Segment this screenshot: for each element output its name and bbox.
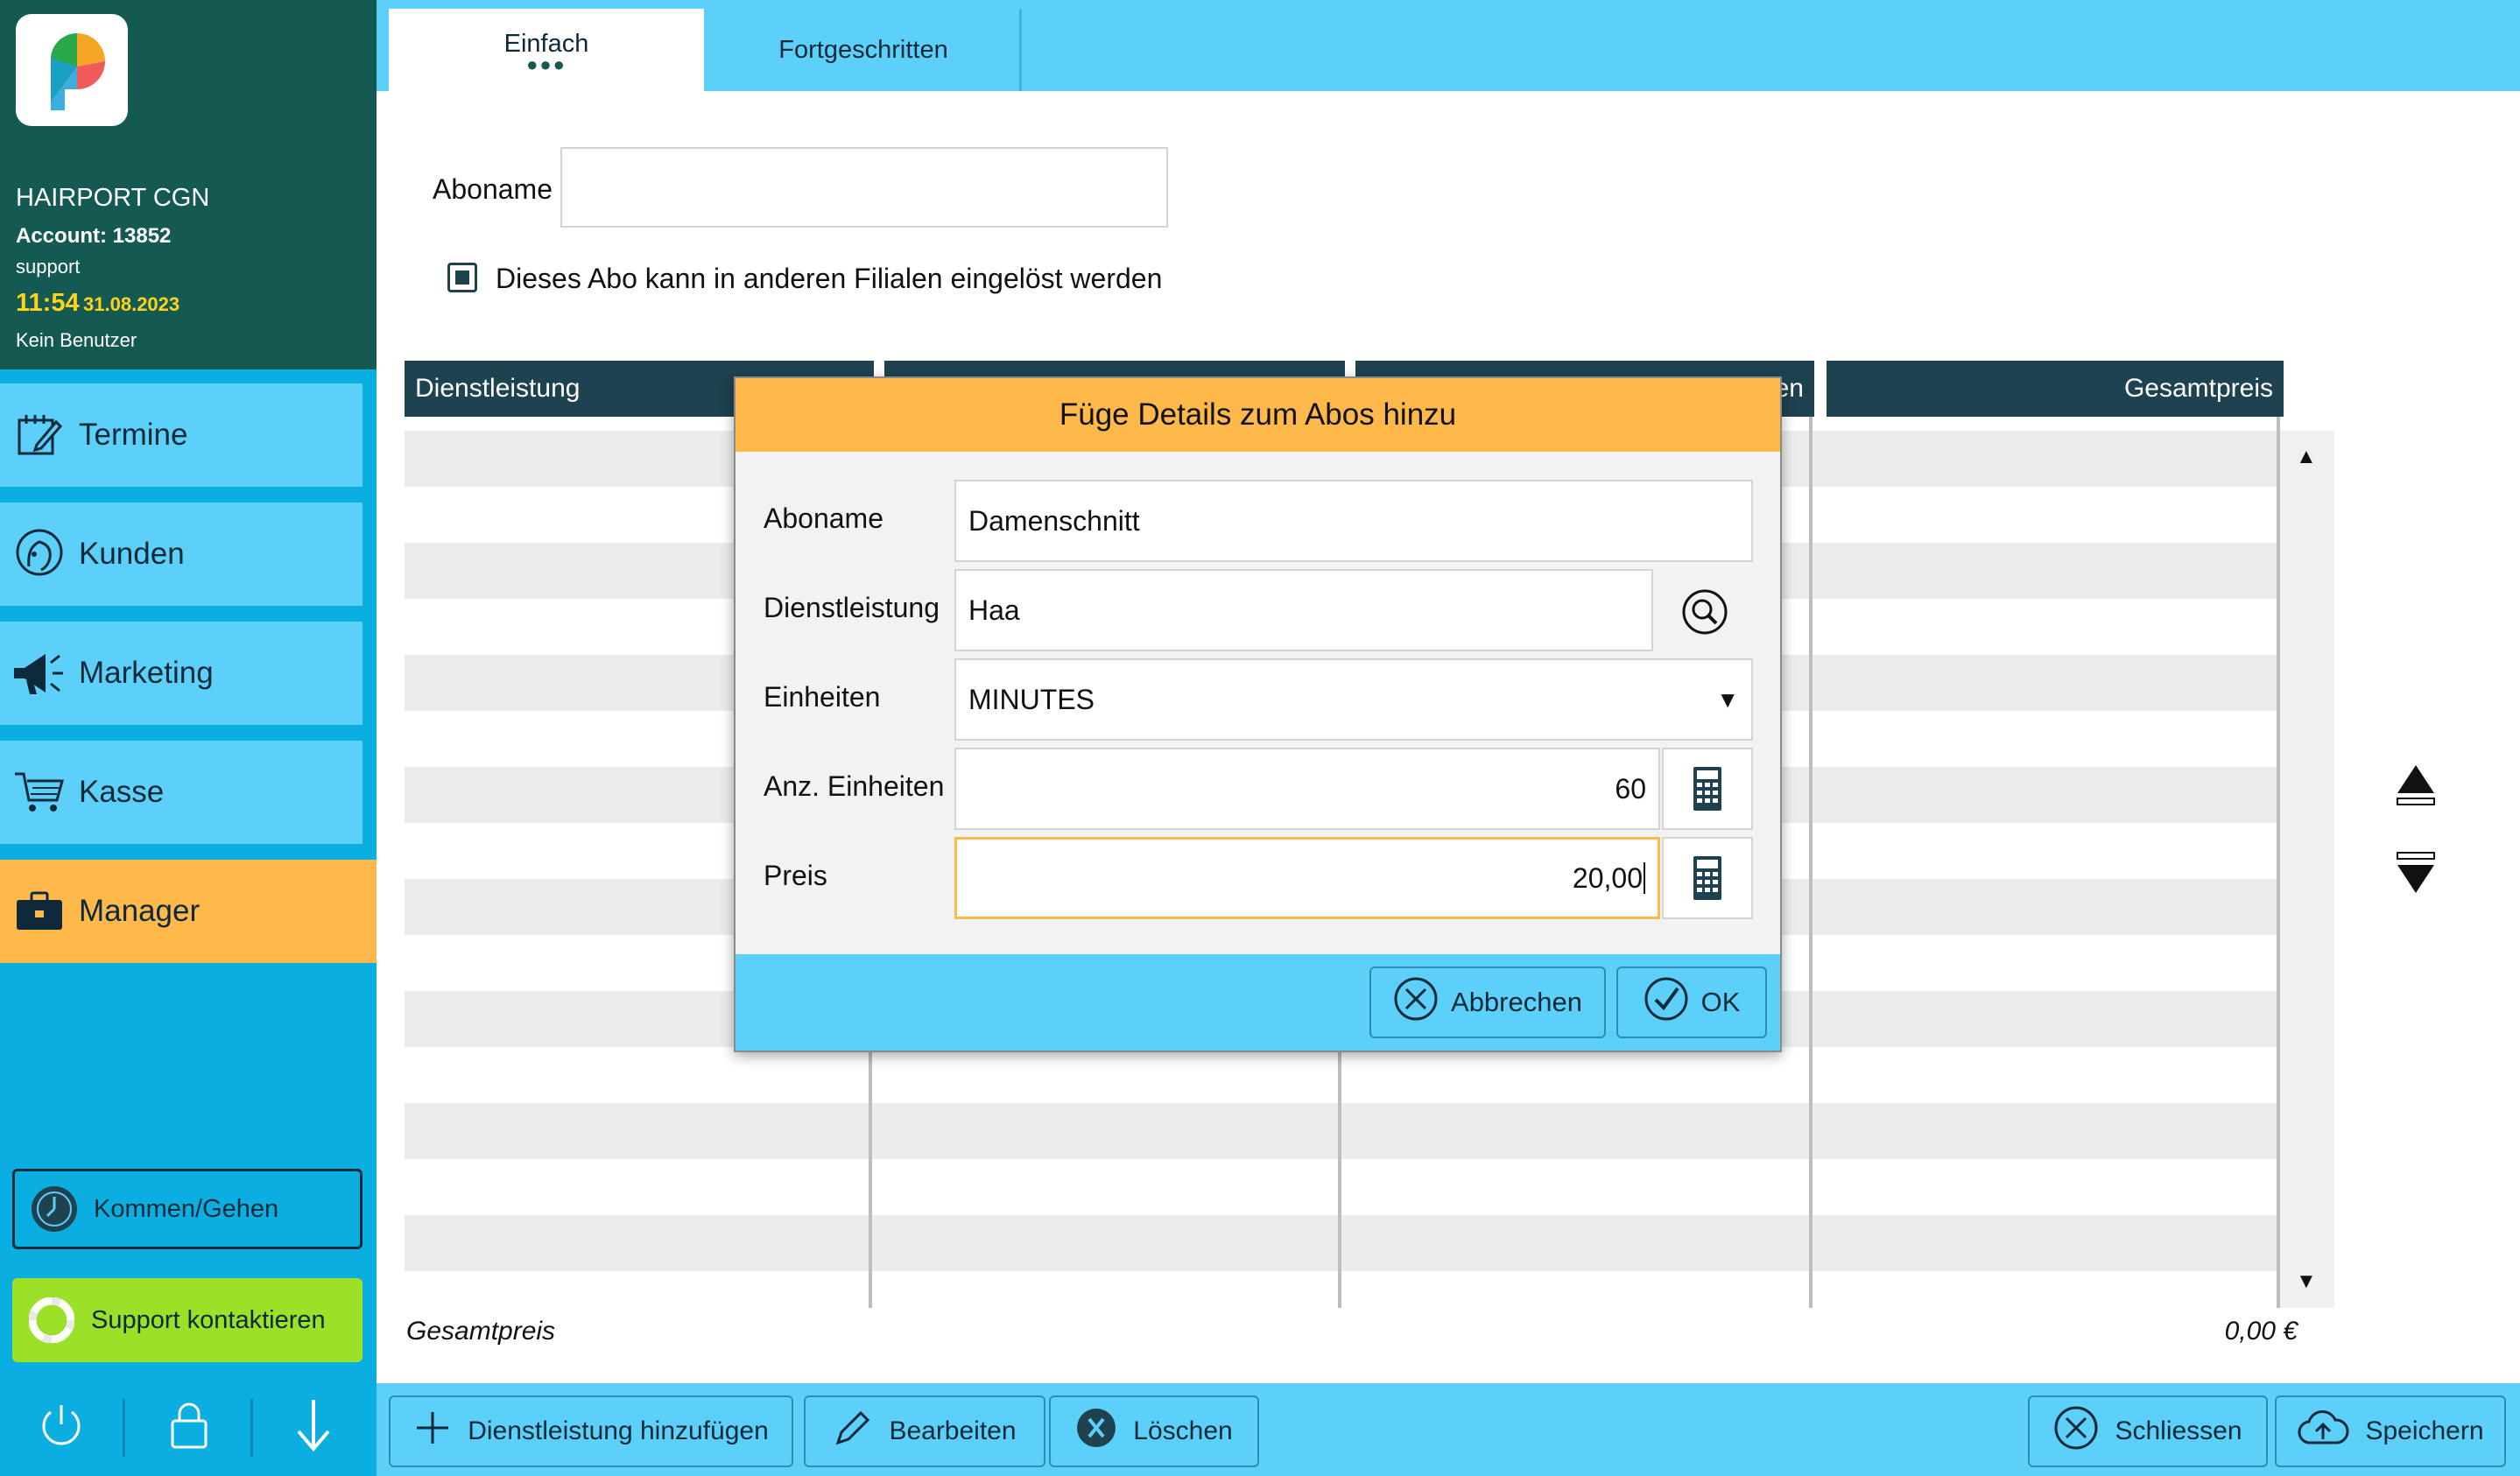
aboname-input[interactable]	[560, 147, 1168, 228]
support-contact-label: Support kontaktieren	[91, 1305, 326, 1334]
nav-label: Kasse	[79, 775, 165, 809]
dialog-units-select[interactable]: MINUTES ▼	[954, 658, 1753, 741]
button-label: Abbrechen	[1451, 987, 1582, 1017]
move-down-icon[interactable]	[2394, 849, 2438, 901]
calculator-icon[interactable]	[1662, 837, 1753, 919]
button-label: Dienstleistung hinzufügen	[468, 1416, 769, 1445]
current-date: 31.08.2023	[83, 293, 180, 315]
checkbox-check	[455, 271, 469, 285]
dialog-unit-count-input[interactable]: 60	[954, 748, 1660, 830]
sidebar: HAIRPORT CGN Account: 13852 support 11:5…	[0, 0, 377, 1476]
cloud-upload-icon	[2297, 1408, 2349, 1455]
dialog-aboname-input[interactable]: Damenschnitt	[954, 480, 1753, 562]
dialog-title: Füge Details zum Abos hinzu	[736, 378, 1780, 452]
tab-fortgeschritten[interactable]: Fortgeschritten	[706, 9, 1021, 91]
calculator-icon[interactable]	[1662, 748, 1753, 830]
cart-icon	[0, 741, 79, 844]
nav-label: Marketing	[79, 656, 214, 690]
total-label: Gesamtpreis	[406, 1317, 556, 1346]
button-label: Speichern	[2365, 1416, 2484, 1445]
text-cursor	[1644, 862, 1645, 894]
current-user: Kein Benutzer	[16, 329, 137, 351]
chevron-down-icon: ▼	[1716, 685, 1739, 713]
column-divider	[1809, 417, 1813, 1308]
nav-label: Termine	[79, 418, 188, 452]
check-circle-icon	[1644, 976, 1689, 1029]
aboname-label: Aboname	[433, 173, 553, 205]
save-button[interactable]: Speichern	[2275, 1395, 2506, 1467]
customer-head-icon	[0, 503, 79, 606]
edit-button[interactable]: Bearbeiten	[804, 1395, 1045, 1467]
cancel-circle-icon	[1393, 976, 1439, 1029]
nav-termine[interactable]: Termine	[0, 383, 363, 487]
tab-label: Fortgeschritten	[778, 35, 948, 64]
button-label: Löschen	[1133, 1416, 1233, 1445]
nav-kasse[interactable]: Kasse	[0, 741, 363, 844]
column-header-label: Dienstleistung	[415, 374, 581, 403]
lock-icon[interactable]	[156, 1392, 222, 1458]
button-label: OK	[1700, 987, 1741, 1017]
user-role: support	[16, 256, 81, 278]
column-header-label: Gesamtpreis	[2123, 374, 2273, 403]
dialog-price-input[interactable]: 20,00	[954, 837, 1660, 919]
dialog-service-label: Dienstleistung	[764, 592, 940, 623]
dialog-ok-button[interactable]: OK	[1616, 966, 1767, 1038]
support-contact-button[interactable]: Support kontaktieren	[12, 1278, 363, 1362]
dialog-price-label: Preis	[764, 860, 827, 891]
active-tab-indicator: ●●●	[526, 53, 567, 75]
scroll-down-icon[interactable]: ▼	[2296, 1269, 2317, 1294]
close-circle-icon	[2053, 1405, 2099, 1458]
nav-kunden[interactable]: Kunden	[0, 503, 363, 606]
nav-marketing[interactable]: Marketing	[0, 622, 363, 725]
dialog-aboname-label: Aboname	[764, 503, 883, 534]
clock: 11:54 31.08.2023	[16, 289, 179, 318]
dialog-units-label: Einheiten	[764, 681, 881, 713]
dialog-cancel-button[interactable]: Abbrechen	[1369, 966, 1606, 1038]
lifebuoy-icon	[12, 1297, 91, 1343]
add-service-button[interactable]: Dienstleistung hinzufügen	[389, 1395, 793, 1467]
current-time: 11:54	[16, 289, 80, 317]
delete-x-icon	[1075, 1407, 1117, 1456]
dialog-service-input[interactable]: Haa	[954, 569, 1653, 651]
table-row[interactable]	[405, 1103, 2280, 1159]
column-header-gesamtpreis: Gesamtpreis	[1827, 361, 2284, 417]
close-button[interactable]: Schliessen	[2028, 1395, 2268, 1467]
table-scrollbar[interactable]	[2280, 431, 2334, 1308]
clock-in-out-button[interactable]: Kommen/Gehen	[12, 1169, 363, 1249]
tab-einfach[interactable]: Einfach ●●●	[389, 9, 704, 91]
table-row[interactable]	[405, 1215, 2280, 1271]
dialog-unit-count-label: Anz. Einheiten	[764, 770, 945, 802]
button-label: Schliessen	[2115, 1416, 2242, 1445]
nav-manager[interactable]: Manager	[0, 860, 377, 963]
megaphone-icon	[0, 622, 79, 725]
sidebar-header: HAIRPORT CGN Account: 13852 support 11:5…	[0, 0, 377, 369]
divider	[1019, 9, 1022, 91]
divider	[123, 1399, 125, 1457]
briefcase-icon	[0, 860, 79, 963]
scroll-up-icon[interactable]: ▲	[2296, 445, 2317, 469]
nav-label: Kunden	[79, 537, 185, 571]
account-number: Account: 13852	[16, 224, 172, 248]
pencil-icon	[833, 1408, 873, 1455]
button-label: Bearbeiten	[889, 1416, 1017, 1445]
total-value: 0,00 €	[2224, 1317, 2298, 1346]
nav-label: Manager	[79, 894, 201, 928]
price-value: 20,00	[1572, 861, 1643, 894]
power-icon[interactable]	[28, 1392, 95, 1458]
plus-icon	[413, 1409, 452, 1454]
units-selected-value: MINUTES	[968, 683, 1095, 715]
add-details-dialog: Füge Details zum Abos hinzu Aboname Dame…	[734, 376, 1782, 1052]
divider	[250, 1399, 253, 1457]
clock-in-out-label: Kommen/Gehen	[94, 1194, 279, 1223]
salon-name: HAIRPORT CGN	[16, 184, 210, 212]
calendar-edit-icon	[0, 383, 79, 487]
multi-branch-checkbox[interactable]	[447, 263, 477, 292]
search-icon[interactable]	[1681, 588, 1728, 636]
app-logo	[16, 14, 128, 126]
multi-branch-label: Dieses Abo kann in anderen Filialen eing…	[496, 263, 1163, 294]
clock-icon	[15, 1184, 94, 1234]
move-up-icon[interactable]	[2394, 762, 2438, 813]
delete-button[interactable]: Löschen	[1049, 1395, 1259, 1467]
arrow-down-icon[interactable]	[280, 1392, 347, 1458]
